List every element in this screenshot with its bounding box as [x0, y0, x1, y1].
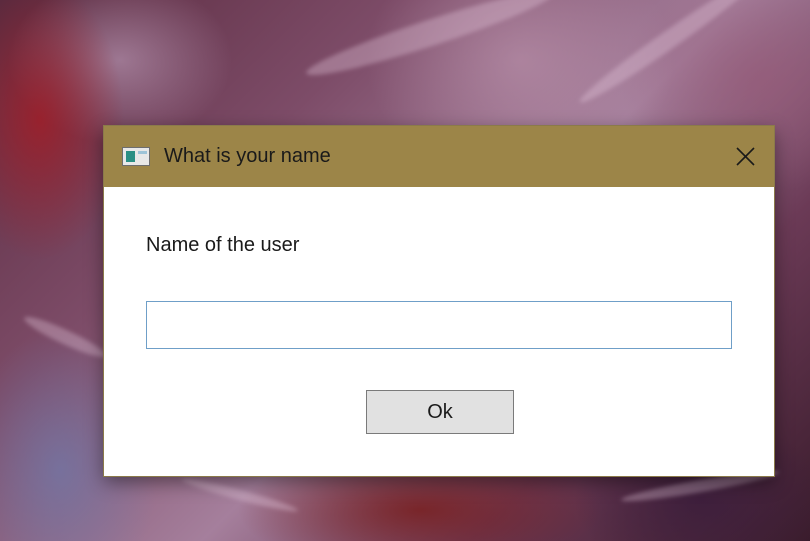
dialog-title: What is your name	[164, 145, 331, 167]
close-button[interactable]	[716, 126, 774, 187]
window-app-icon	[122, 147, 150, 166]
name-prompt-label: Name of the user	[146, 234, 300, 256]
name-dialog: What is your name Name of the user Ok	[104, 126, 774, 476]
ok-button[interactable]: Ok	[366, 390, 514, 434]
name-input[interactable]	[146, 301, 732, 349]
dialog-title-bar[interactable]: What is your name	[104, 126, 774, 187]
close-icon	[736, 147, 755, 166]
